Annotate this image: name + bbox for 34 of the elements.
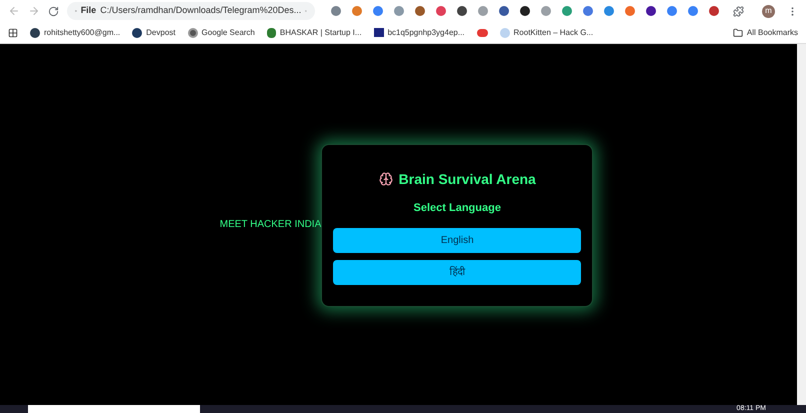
file-label: File xyxy=(80,4,96,18)
globe-icon xyxy=(188,28,198,38)
extension-icon[interactable] xyxy=(499,6,509,16)
bookmark-item[interactable]: rohitshetty600@gm... xyxy=(30,26,120,38)
bookmark-item[interactable]: Devpost xyxy=(132,26,176,38)
extensions-icon[interactable] xyxy=(733,6,744,16)
modal-subtitle: Select Language xyxy=(414,200,501,216)
reload-icon[interactable] xyxy=(48,6,59,16)
bookmark-item[interactable] xyxy=(476,28,488,36)
document-icon xyxy=(266,28,276,38)
address-bar[interactable]: File C:/Users/ramdhan/Downloads/Telegram%20Des... xyxy=(67,2,315,20)
folder-icon xyxy=(732,28,743,38)
bookmark-item[interactable]: BHASKAR | Startup I... xyxy=(266,26,362,38)
search-field[interactable] xyxy=(28,405,200,413)
bookmark-item[interactable]: RootKitten – Hack G... xyxy=(500,26,594,38)
profile-avatar[interactable]: m xyxy=(762,4,775,18)
forward-icon[interactable] xyxy=(28,5,40,17)
square-icon xyxy=(374,28,384,37)
brain-icon xyxy=(378,172,393,186)
extension-icon[interactable] xyxy=(520,6,530,16)
apps-icon[interactable] xyxy=(8,28,18,38)
language-button[interactable]: हिंदी xyxy=(333,260,582,286)
bookmark-item[interactable]: bc1q5pgnhp3yg4ep... xyxy=(374,26,465,38)
modal-title: Brain Survival Arena xyxy=(398,170,536,189)
all-bookmarks[interactable]: All Bookmarks xyxy=(732,26,798,38)
extension-icon[interactable] xyxy=(457,6,467,16)
language-button[interactable]: English xyxy=(333,228,582,254)
side-text: MEET HACKER INDIA xyxy=(220,218,322,232)
address-text: C:/Users/ramdhan/Downloads/Telegram%20Des... xyxy=(100,4,302,18)
bookmark-item[interactable]: Google Search xyxy=(188,26,255,38)
play-icon xyxy=(476,28,488,36)
back-icon[interactable] xyxy=(8,5,20,17)
scrollbar[interactable] xyxy=(797,44,806,405)
extension-icon[interactable] xyxy=(646,6,656,16)
